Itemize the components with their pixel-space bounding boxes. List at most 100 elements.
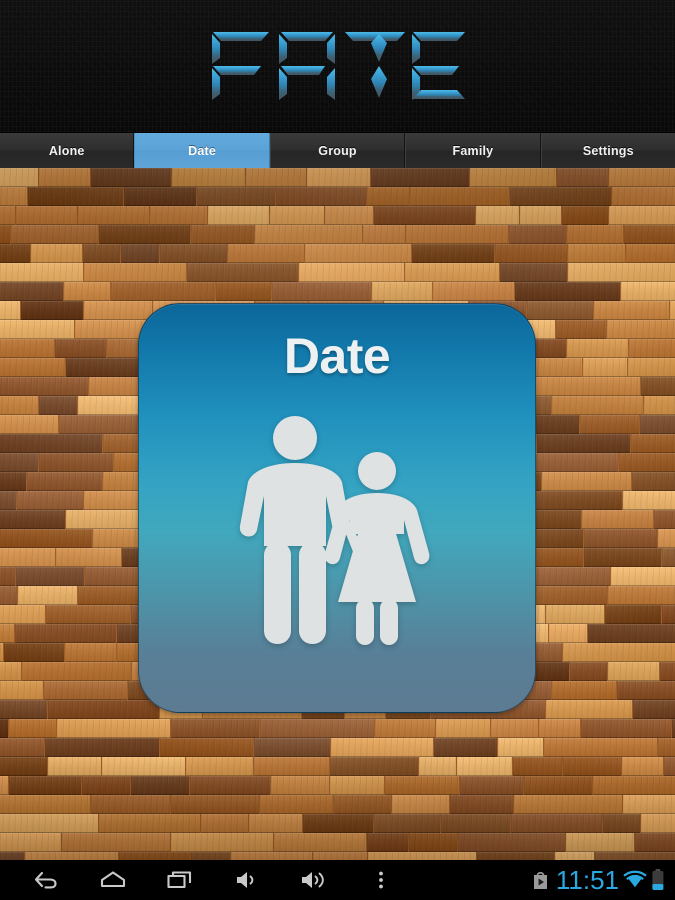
volume-down-icon[interactable] (213, 860, 280, 900)
card-title: Date (283, 328, 391, 384)
wood-plank (530, 529, 583, 548)
wood-plank (539, 719, 580, 738)
wood-plank (607, 320, 675, 339)
wood-plank (612, 187, 675, 206)
wood-plank (17, 491, 83, 510)
wood-plank (368, 852, 476, 860)
wood-plank (588, 624, 675, 643)
wood-plank (544, 738, 657, 757)
wood-plank (172, 168, 245, 187)
wood-plank (622, 757, 663, 776)
tab-family[interactable]: Family (405, 133, 541, 168)
wood-plank (629, 339, 675, 358)
wood-plank (160, 738, 253, 757)
wood-plank (66, 510, 147, 529)
wood-plank (623, 491, 675, 510)
wood-plank (82, 776, 130, 795)
wood-plank (331, 738, 433, 757)
wood-plank (299, 263, 404, 282)
tab-label: Group (318, 143, 357, 158)
date-card[interactable]: Date (138, 303, 536, 713)
wood-plank (231, 852, 312, 860)
wood-plank (0, 700, 47, 719)
wood-plank (246, 168, 306, 187)
wood-plank (0, 301, 20, 320)
wood-plank (0, 795, 90, 814)
wood-plank (0, 643, 3, 662)
wood-plank (405, 263, 499, 282)
recents-icon[interactable] (146, 860, 213, 900)
overflow-menu-icon[interactable] (347, 860, 414, 900)
nav-button-group (12, 860, 414, 900)
wood-plank (441, 814, 510, 833)
tab-label: Settings (582, 143, 634, 158)
wood-plank (406, 225, 508, 244)
wood-plank (513, 757, 562, 776)
wood-plank (367, 187, 409, 206)
wood-plank (412, 244, 494, 263)
wood-plank (0, 358, 65, 377)
android-navigation-bar: 11:51 (0, 860, 675, 900)
wood-plank (66, 358, 149, 377)
wood-plank (491, 719, 538, 738)
wood-plank (632, 472, 675, 491)
wood-plank (0, 434, 102, 453)
wood-plank (45, 738, 159, 757)
wood-plank (99, 814, 200, 833)
wood-plank (660, 662, 675, 681)
tab-settings[interactable]: Settings (540, 133, 675, 168)
wood-plank (21, 301, 83, 320)
wood-plank (580, 415, 639, 434)
wood-plank (546, 605, 604, 624)
back-icon[interactable] (12, 860, 79, 900)
home-icon[interactable] (79, 860, 146, 900)
wood-plank (640, 415, 675, 434)
wood-plank (39, 453, 113, 472)
play-store-icon[interactable] (531, 869, 550, 891)
wood-plank (515, 282, 620, 301)
wood-plank (633, 700, 675, 719)
wood-plank (187, 263, 298, 282)
wood-plank (0, 719, 8, 738)
tab-label: Family (452, 143, 494, 158)
wood-plank (0, 472, 26, 491)
wood-plank (434, 738, 497, 757)
status-clock: 11:51 (555, 864, 619, 895)
wood-plank (124, 187, 196, 206)
wood-plank (191, 852, 230, 860)
wood-plank (0, 681, 43, 700)
volume-up-icon[interactable] (280, 860, 347, 900)
wood-plank (552, 396, 643, 415)
wood-plank (555, 852, 594, 860)
tab-label: Alone (48, 143, 85, 158)
wood-plank (46, 605, 130, 624)
tab-alone[interactable]: Alone (0, 133, 135, 168)
wood-plank (272, 282, 371, 301)
wood-plank (477, 852, 554, 860)
wood-plank (372, 282, 432, 301)
wood-plank (608, 586, 675, 605)
wood-plank (0, 586, 17, 605)
wood-plank (57, 719, 170, 738)
wood-plank (186, 757, 253, 776)
battery-icon[interactable] (651, 868, 665, 892)
wood-plank (419, 757, 456, 776)
wood-plank (119, 852, 190, 860)
tab-date[interactable]: Date (134, 133, 270, 168)
wood-plank (0, 738, 44, 757)
wood-plank (0, 833, 61, 852)
wood-plank (0, 377, 88, 396)
wood-plank (0, 320, 74, 339)
wood-plank (330, 776, 384, 795)
wood-plank (583, 358, 627, 377)
wood-plank (48, 757, 101, 776)
wood-plank (621, 282, 675, 301)
wood-plank (537, 434, 630, 453)
wood-plank (83, 244, 120, 263)
wood-plank (325, 206, 373, 225)
wood-plank (662, 605, 675, 624)
tab-group[interactable]: Group (269, 133, 406, 168)
wifi-icon[interactable] (623, 870, 647, 890)
wood-plank (458, 833, 565, 852)
wood-plank (313, 852, 367, 860)
